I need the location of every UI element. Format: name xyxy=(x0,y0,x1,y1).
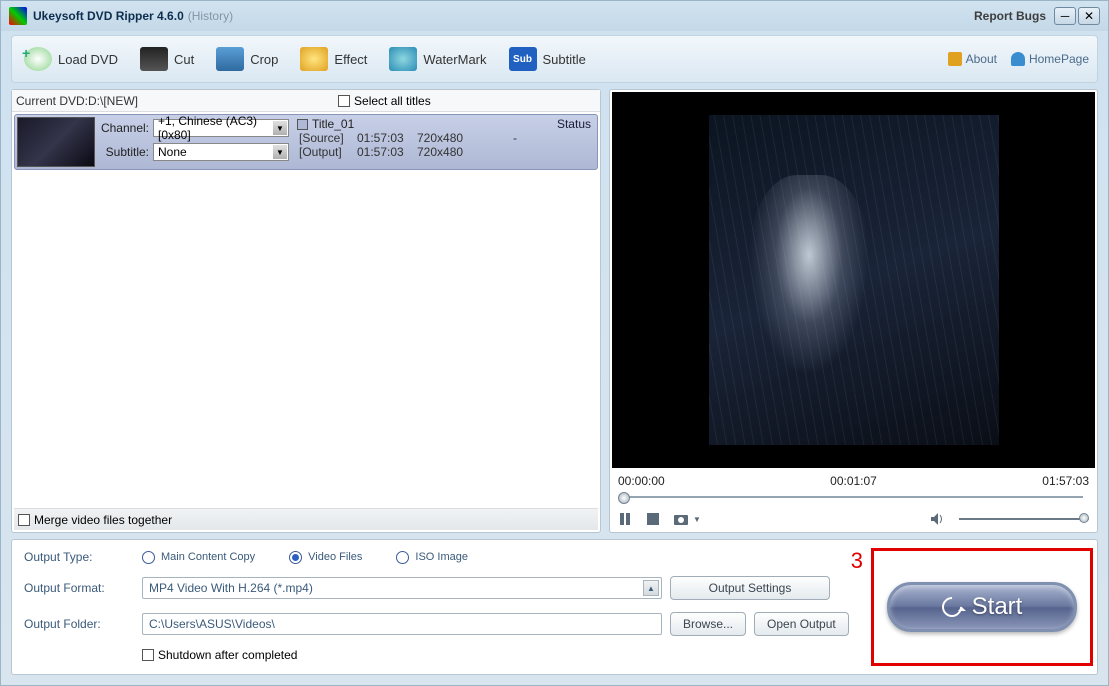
subtitle-select[interactable]: None▼ xyxy=(153,143,289,161)
app-icon xyxy=(9,7,27,25)
watermark-button[interactable]: WaterMark xyxy=(385,43,490,75)
titlebar: Ukeysoft DVD Ripper 4.6.0 (History) Repo… xyxy=(1,1,1108,31)
channel-label: Channel: xyxy=(99,121,149,135)
sub-icon: Sub xyxy=(509,47,537,71)
crop-icon xyxy=(216,47,244,71)
preview-pane: 00:00:00 00:01:07 01:57:03 ▼ xyxy=(609,89,1098,533)
home-icon xyxy=(1011,52,1025,66)
radio-main-content[interactable]: Main Content Copy xyxy=(142,551,255,564)
output-type-label: Output Type: xyxy=(24,550,134,564)
time-start: 00:00:00 xyxy=(618,474,665,488)
dvd-header: Current DVD:D:\[NEW] Select all titles xyxy=(12,90,600,112)
cut-button[interactable]: Cut xyxy=(136,43,198,75)
time-current: 00:01:07 xyxy=(830,474,877,488)
output-panel: Output Type: Main Content Copy Video Fil… xyxy=(11,539,1098,675)
chevron-up-icon[interactable]: ▲ xyxy=(643,580,659,596)
seek-slider[interactable] xyxy=(618,490,1089,504)
checkbox-icon xyxy=(18,514,30,526)
checkbox-icon xyxy=(142,649,154,661)
snapshot-button[interactable]: ▼ xyxy=(674,512,701,526)
volume-slider[interactable] xyxy=(959,518,1089,520)
time-display: 00:00:00 00:01:07 01:57:03 xyxy=(610,470,1097,488)
history-link[interactable]: (History) xyxy=(188,9,233,23)
effect-button[interactable]: Effect xyxy=(296,43,371,75)
merge-checkbox[interactable]: Merge video files together xyxy=(18,513,172,527)
current-dvd-label: Current DVD:D:\[NEW] xyxy=(16,94,138,108)
homepage-link[interactable]: HomePage xyxy=(1011,52,1089,66)
app-window: Ukeysoft DVD Ripper 4.6.0 (History) Repo… xyxy=(0,0,1109,686)
stop-button[interactable] xyxy=(646,512,660,526)
source-duration: 01:57:03 xyxy=(357,131,409,145)
title-thumbnail xyxy=(17,117,95,167)
film-icon xyxy=(140,47,168,71)
output-format-label: Output Format: xyxy=(24,581,134,595)
select-all-checkbox[interactable]: Select all titles xyxy=(338,94,431,108)
minimize-button[interactable]: ─ xyxy=(1054,7,1076,25)
about-link[interactable]: About xyxy=(948,52,997,66)
merge-label: Merge video files together xyxy=(34,513,172,527)
info-icon xyxy=(948,52,962,66)
volume-icon[interactable] xyxy=(931,512,945,526)
subtitle-button[interactable]: SubSubtitle xyxy=(505,43,590,75)
title-row[interactable]: Channel: +1, Chinese (AC3) [0x80]▼ Subti… xyxy=(14,114,598,170)
time-end: 01:57:03 xyxy=(1042,474,1089,488)
app-version: 4.6.0 xyxy=(157,9,184,23)
refresh-icon xyxy=(938,593,966,621)
start-button[interactable]: Start xyxy=(887,582,1077,632)
open-output-button[interactable]: Open Output xyxy=(754,612,849,636)
video-preview xyxy=(612,92,1095,468)
channel-select[interactable]: +1, Chinese (AC3) [0x80]▼ xyxy=(153,119,289,137)
slider-thumb[interactable] xyxy=(618,492,630,504)
shutdown-label: Shutdown after completed xyxy=(158,648,297,662)
source-resolution: 720x480 xyxy=(417,131,477,145)
app-name: Ukeysoft DVD Ripper xyxy=(33,9,154,23)
load-dvd-button[interactable]: Load DVD xyxy=(20,43,122,75)
checkbox-icon xyxy=(338,95,350,107)
output-folder-label: Output Folder: xyxy=(24,617,134,631)
status-header: Status xyxy=(557,117,591,131)
subtitle-label: Subtitle: xyxy=(99,145,149,159)
app-title: Ukeysoft DVD Ripper 4.6.0 xyxy=(33,9,184,23)
title-list-pane: Current DVD:D:\[NEW] Select all titles C… xyxy=(11,89,601,533)
effect-icon xyxy=(300,47,328,71)
pause-button[interactable] xyxy=(618,512,632,526)
browse-button[interactable]: Browse... xyxy=(670,612,746,636)
chevron-down-icon: ▼ xyxy=(273,145,287,159)
radio-iso-image[interactable]: ISO Image xyxy=(396,551,468,564)
volume-thumb[interactable] xyxy=(1079,513,1089,523)
radio-video-files[interactable]: Video Files xyxy=(289,551,362,564)
dvd-icon xyxy=(24,47,52,71)
output-duration: 01:57:03 xyxy=(357,145,409,159)
report-bugs-link[interactable]: Report Bugs xyxy=(974,9,1046,23)
title-name: Title_01 xyxy=(297,117,354,131)
select-all-label: Select all titles xyxy=(354,94,431,108)
source-status: - xyxy=(485,131,545,145)
output-settings-button[interactable]: Output Settings xyxy=(670,576,830,600)
output-folder-field[interactable]: C:\Users\ASUS\Videos\ xyxy=(142,613,662,635)
output-resolution: 720x480 xyxy=(417,145,477,159)
crop-button[interactable]: Crop xyxy=(212,43,282,75)
source-label: [Source] xyxy=(299,131,349,145)
main-toolbar: Load DVD Cut Crop Effect WaterMark SubSu… xyxy=(11,35,1098,83)
callout-number: 3 xyxy=(851,548,863,574)
title-checkbox-icon[interactable] xyxy=(297,119,308,130)
close-button[interactable]: ✕ xyxy=(1078,7,1100,25)
output-format-field[interactable]: MP4 Video With H.264 (*.mp4)▲ xyxy=(142,577,662,599)
chevron-down-icon: ▼ xyxy=(273,121,287,135)
output-label: [Output] xyxy=(299,145,349,159)
water-icon xyxy=(389,47,417,71)
preview-frame xyxy=(709,115,999,445)
shutdown-checkbox[interactable]: Shutdown after completed xyxy=(142,648,297,662)
